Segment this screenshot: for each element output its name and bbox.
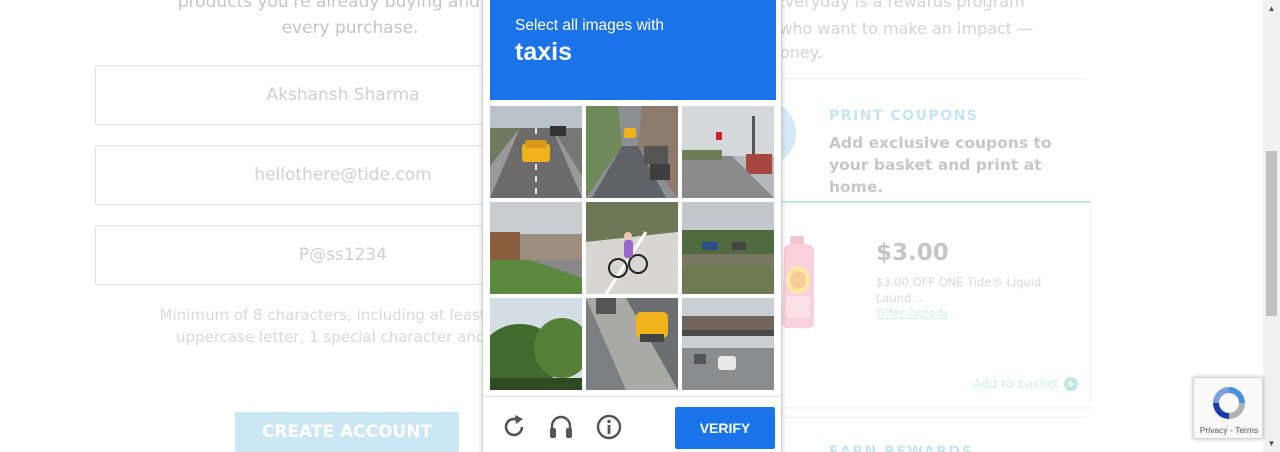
recaptcha-logo-icon <box>1213 387 1245 419</box>
next-step-title: EARN REWARDS <box>829 444 974 452</box>
captcha-tile-3[interactable] <box>682 106 774 198</box>
program-copy-line1: ood Everyday is a rewards program <box>740 0 1025 11</box>
captcha-tile-9[interactable] <box>682 298 774 390</box>
reload-icon[interactable] <box>500 413 528 441</box>
captcha-target: taxis <box>515 38 572 66</box>
captcha-tile-5[interactable] <box>586 202 678 294</box>
detergent-bottle-image <box>782 236 814 328</box>
coupon-price: $3.00 <box>876 240 949 266</box>
add-to-basket-link[interactable]: Add to basket <box>973 376 1059 391</box>
create-account-button[interactable]: CREATE ACCOUNT <box>235 412 459 452</box>
captcha-tile-1[interactable] <box>490 106 582 198</box>
audio-icon[interactable] <box>547 413 575 441</box>
captcha-instruction: Select all images with <box>515 17 665 34</box>
captcha-tile-2[interactable] <box>586 106 678 198</box>
program-copy-line3: ve money. <box>740 43 823 62</box>
scroll-up-arrow-icon[interactable]: ▲ <box>1263 0 1280 17</box>
captcha-header: Select all images with taxis <box>490 0 776 100</box>
vertical-scrollbar[interactable]: ▲ ▼ <box>1263 0 1280 452</box>
divider <box>760 78 1085 79</box>
captcha-footer-divider <box>483 396 781 397</box>
scroll-down-arrow-icon[interactable]: ▼ <box>1263 435 1280 452</box>
recaptcha-badge[interactable]: Privacy - Terms <box>1193 377 1263 439</box>
captcha-tile-6[interactable] <box>682 202 774 294</box>
offer-details-link[interactable]: Offer Details <box>876 306 948 320</box>
step-description: Add exclusive coupons to your basket and… <box>829 134 1052 196</box>
verify-button[interactable]: VERIFY <box>675 407 775 449</box>
captcha-challenge: Select all images with taxis VERIFY <box>482 0 782 452</box>
privacy-terms-links[interactable]: Privacy - Terms <box>1194 425 1264 435</box>
scroll-thumb[interactable] <box>1266 151 1277 316</box>
step-title: PRINT COUPONS <box>829 108 979 124</box>
divider <box>760 417 1085 418</box>
plus-circle-icon[interactable]: + <box>1064 377 1078 391</box>
program-copy-line2: ople who want to make an impact — <box>740 19 1034 38</box>
captcha-tile-7[interactable] <box>490 298 582 390</box>
info-icon[interactable] <box>595 413 623 441</box>
captcha-tile-8[interactable] <box>586 298 678 390</box>
captcha-tile-4[interactable] <box>490 202 582 294</box>
coupon-description: $3.00 OFF ONE Tide® Liquid Laund... <box>876 275 1042 305</box>
